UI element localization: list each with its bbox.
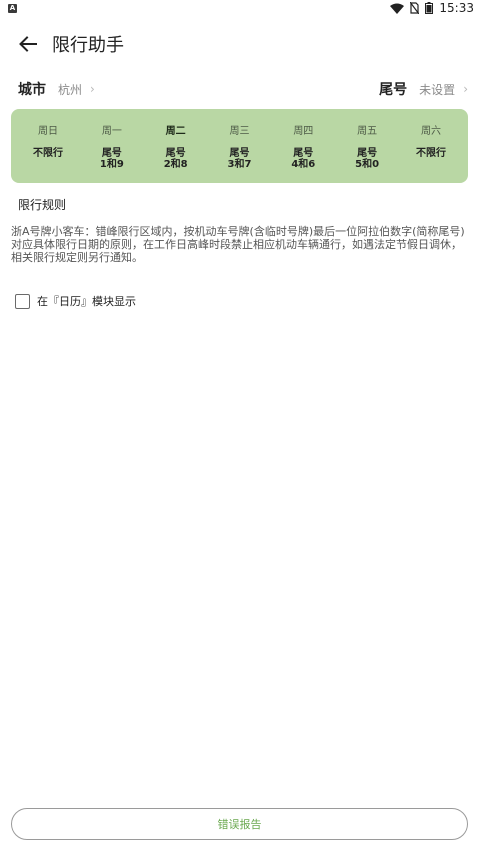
day-column-thu: 周四 尾号 4和6 [272, 109, 334, 183]
status-right: 15:33 [390, 1, 474, 15]
day-column-sun: 周日 不限行 [17, 109, 79, 183]
rule-line2: 5和0 [355, 159, 380, 170]
day-column-wed: 周三 尾号 3和7 [208, 109, 270, 183]
rule-line1: 不限行 [415, 148, 446, 159]
notification-a-icon: A [8, 3, 17, 13]
day-name: 周三 [229, 126, 250, 137]
plate-tail-label: 尾号 [379, 82, 408, 98]
calendar-display-option[interactable]: 在『日历』模块显示 [15, 293, 136, 309]
rule-line2: 3和7 [227, 159, 252, 170]
page-title: 限行助手 [52, 35, 124, 56]
rule-line1: 尾号 [357, 148, 378, 159]
chevron-right-icon: › [90, 82, 95, 96]
rule-line1: 尾号 [101, 148, 122, 159]
error-report-button[interactable]: 错误报告 [11, 808, 468, 840]
rule-line1: 尾号 [229, 148, 250, 159]
day-name: 周五 [357, 126, 378, 137]
no-sim-icon [410, 2, 420, 14]
back-button[interactable] [8, 24, 48, 64]
rule-line2: 2和8 [163, 159, 188, 170]
city-label: 城市 [18, 82, 46, 98]
rule-line2: 4和6 [291, 159, 316, 170]
calendar-display-checkbox[interactable] [15, 293, 30, 309]
day-column-fri: 周五 尾号 5和0 [336, 109, 398, 183]
app-bar: 限行助手 [0, 24, 480, 64]
day-name: 周四 [293, 126, 314, 137]
battery-icon [425, 2, 434, 14]
day-column-mon: 周一 尾号 1和9 [81, 109, 143, 183]
day-rule: 不限行 [33, 148, 63, 159]
settings-row: 城市 杭州 › 尾号 未设置 › [0, 76, 480, 102]
rules-description: 浙A号牌小客车：错峰限行区域内，按机动车号牌(含临时号牌)最后一位阿拉伯数字(简… [11, 225, 465, 264]
weekly-restriction-card: 周日 不限行 周一 尾号 1和9 周二 尾号 2和8 周三 尾号 3和7 周四 … [11, 109, 468, 183]
day-name-today: 周二 [165, 126, 186, 137]
arrow-left-icon [19, 36, 37, 52]
day-name: 周六 [420, 126, 441, 137]
status-time: 15:33 [439, 1, 474, 15]
status-bar: A 15:33 [0, 0, 480, 16]
day-name: 周一 [101, 126, 122, 137]
city-value: 杭州 [58, 82, 83, 97]
rule-line1: 不限行 [33, 148, 63, 159]
day-column-sat: 周六 不限行 [400, 109, 462, 183]
day-rule: 不限行 [416, 148, 446, 159]
wifi-icon [390, 3, 405, 14]
rule-line2: 1和9 [99, 159, 124, 170]
day-rule: 尾号 4和6 [291, 148, 315, 170]
day-name: 周日 [38, 126, 58, 137]
calendar-display-label: 在『日历』模块显示 [37, 295, 136, 308]
chevron-right-icon: › [463, 82, 468, 96]
day-rule: 尾号 5和0 [355, 148, 379, 170]
rule-line1: 尾号 [165, 148, 186, 159]
plate-tail-value: 未设置 [419, 82, 456, 97]
city-selector[interactable]: 城市 杭州 › [18, 79, 95, 99]
day-rule: 尾号 3和7 [228, 148, 252, 170]
rules-section-title: 限行规则 [18, 198, 67, 212]
day-rule: 尾号 1和9 [100, 148, 124, 170]
rule-line1: 尾号 [293, 148, 314, 159]
status-left: A [8, 3, 17, 13]
day-rule: 尾号 2和8 [164, 148, 188, 170]
plate-tail-selector[interactable]: 尾号 未设置 › [379, 79, 468, 99]
day-column-tue: 周二 尾号 2和8 [145, 109, 207, 183]
